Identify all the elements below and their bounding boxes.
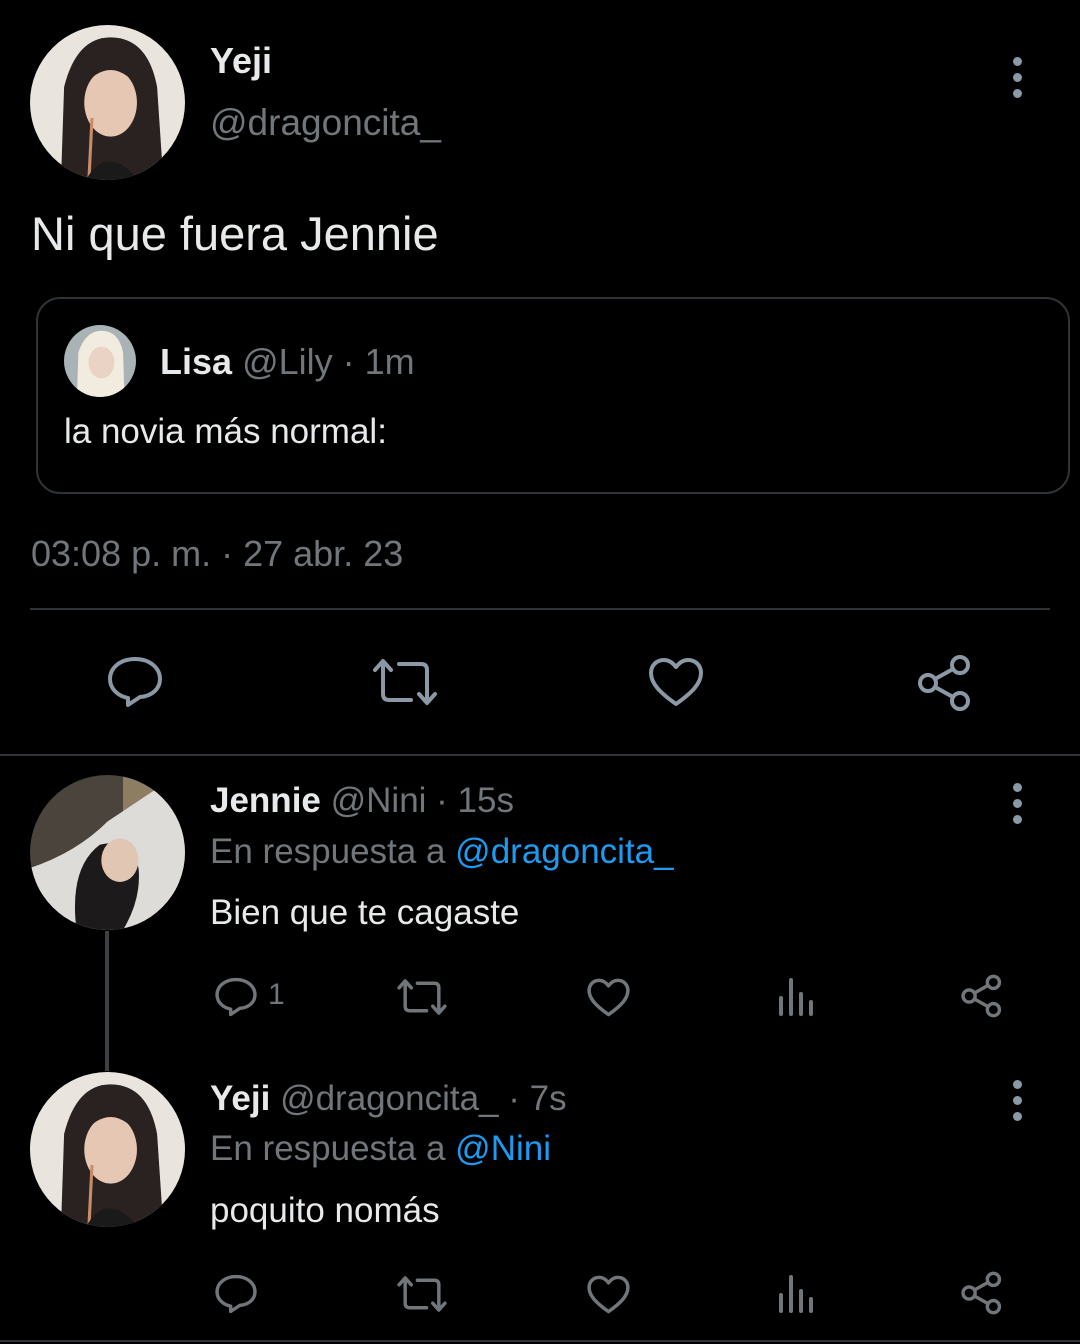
share-icon[interactable] [960,1271,1004,1315]
reply-context-label: En respuesta a [210,1129,446,1168]
views-icon[interactable] [777,1273,815,1313]
reply-icon[interactable] [214,1273,258,1315]
reply-author-name[interactable]: Yeji [210,1079,270,1118]
reply-to-link[interactable]: @Nini [455,1129,551,1168]
retweet-icon[interactable] [371,656,439,708]
reply-to-link[interactable]: @dragoncita_ [455,832,673,871]
tweet-timestamp: 03:08 p. m. · 27 abr. 23 [31,533,404,574]
reply-count: 1 [268,978,285,1011]
quoted-author-meta: @Lily · 1m [242,341,415,382]
quoted-author-avatar [64,325,136,397]
reply-author-meta: @dragoncita_ · 7s [280,1079,567,1118]
reply-text: poquito nomás [210,1191,440,1230]
author-avatar[interactable] [30,25,185,180]
author-handle[interactable]: @dragoncita_ [210,102,441,144]
retweet-icon[interactable] [396,977,448,1017]
views-icon[interactable] [777,976,815,1016]
reply-icon[interactable] [106,655,164,709]
more-options-icon[interactable] [1011,1080,1023,1121]
quoted-tweet-text: la novia más normal: [64,412,387,451]
more-options-icon[interactable] [1011,57,1023,98]
share-icon[interactable] [960,974,1004,1018]
reply-author-name[interactable]: Jennie [210,781,321,820]
retweet-icon[interactable] [396,1274,448,1314]
like-icon[interactable] [586,977,631,1018]
reply-text: Bien que te cagaste [210,893,520,932]
thread-line [105,931,109,1071]
divider [30,608,1050,610]
divider [0,1340,1080,1342]
reply-context-label: En respuesta a [210,832,446,871]
quoted-author-name: Lisa [160,341,233,382]
author-name[interactable]: Yeji [210,40,272,82]
reply-avatar[interactable] [30,1072,185,1227]
like-icon[interactable] [586,1274,631,1315]
reply-avatar[interactable] [30,775,185,930]
reply-icon[interactable] [214,976,258,1018]
divider [0,754,1080,756]
more-options-icon[interactable] [1011,783,1023,824]
quoted-tweet-card[interactable]: Lisa @Lily · 1m la novia más normal: [36,297,1070,494]
reply-author-meta: @Nini · 15s [330,781,514,820]
share-icon[interactable] [916,654,974,712]
tweet-text: Ni que fuera Jennie [31,207,439,260]
like-icon[interactable] [647,656,705,708]
